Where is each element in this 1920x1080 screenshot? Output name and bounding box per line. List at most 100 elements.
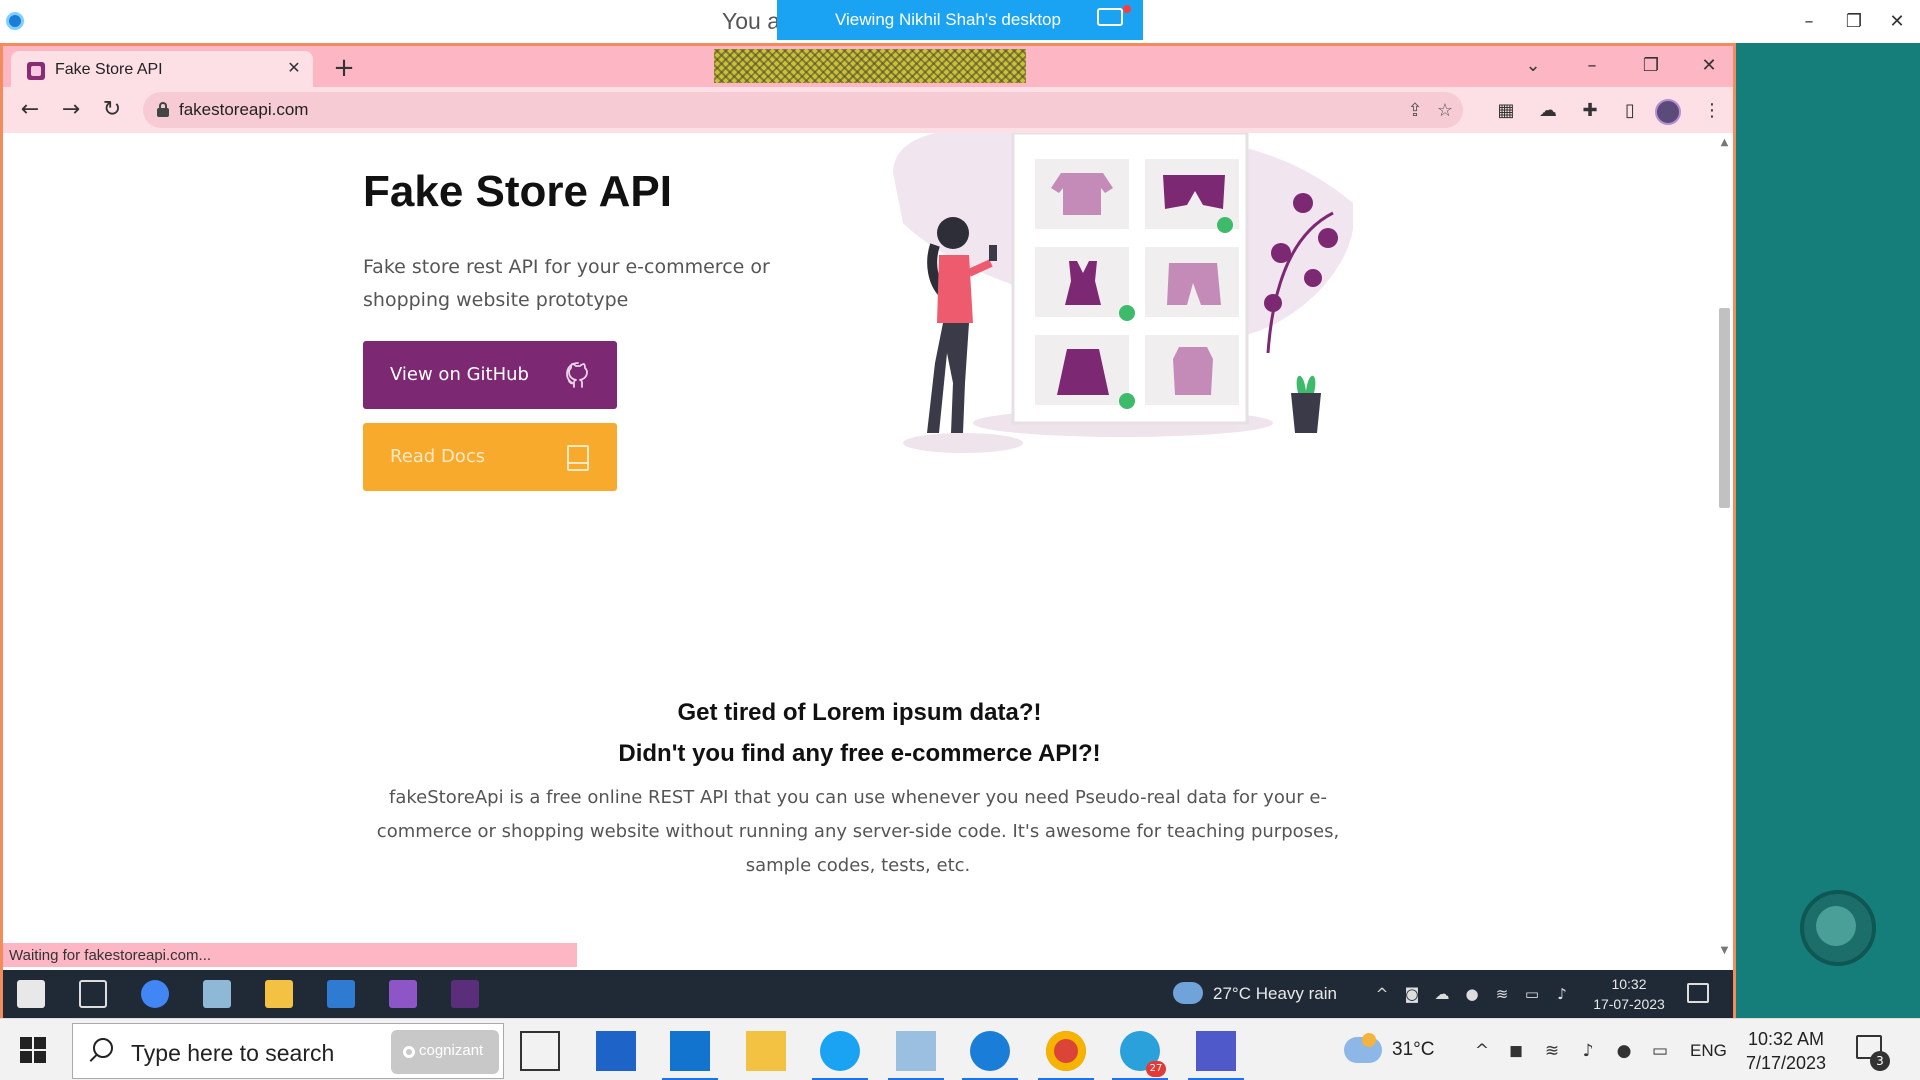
cognizant-label: cognizant [419,1042,484,1059]
viewer-app-icon [6,12,24,30]
remote-visual-studio-icon[interactable] [389,980,417,1008]
remote-volume-icon[interactable]: ♪ [1551,983,1573,1005]
search-icon [93,1038,113,1058]
docs-button-label: Read Docs [390,446,486,467]
microphone-icon[interactable]: ● [1612,1039,1636,1063]
profile-avatar-icon[interactable] [1655,99,1681,125]
viewer-banner-text: Viewing Nikhil Shah's desktop [835,10,1061,29]
task-view-icon[interactable] [520,1031,560,1071]
hero-subtitle: Fake store rest API for your e-commerce … [363,256,770,311]
browser-menu-icon[interactable]: ⋮ [1699,99,1725,123]
status-bubble: Waiting for fakestoreapi.com... [3,943,577,967]
remote-wifi-icon[interactable]: ≋ [1491,983,1513,1005]
page-viewport: Fake Store API Fake store rest API for y… [3,133,1716,963]
remote-mic-icon[interactable]: ● [1461,983,1483,1005]
hero-title: Fake Store API [363,167,672,216]
viewer-restore-button[interactable]: ❐ [1839,8,1869,36]
scroll-up-icon[interactable]: ▲ [1719,137,1730,149]
network-app-icon[interactable] [888,1031,944,1080]
shopping-illustration [893,133,1353,453]
scroll-thumb[interactable] [1719,308,1730,508]
viewer-close-button[interactable]: ✕ [1882,8,1912,36]
github-button-label: View on GitHub [390,364,529,385]
weather-icon[interactable] [1344,1033,1382,1063]
remote-weather-text[interactable]: 27°C Heavy rain [1213,984,1337,1004]
wifi-icon[interactable]: ≋ [1540,1039,1564,1063]
view-on-github-button[interactable]: View on GitHub [363,341,617,409]
read-docs-button[interactable]: Read Docs [363,423,617,491]
microsoft-store-icon[interactable] [596,1031,636,1071]
address-bar[interactable]: fakestoreapi.com ⇪ ☆ [143,92,1463,128]
remote-tray-chevron-icon[interactable]: ^ [1371,983,1393,1005]
recording-dot-icon [1123,5,1131,13]
remote-viewer-icon[interactable] [962,1031,1018,1080]
lock-icon[interactable] [157,102,169,117]
remote-battery-icon[interactable]: ▭ [1521,983,1543,1005]
screen-share-icon[interactable] [1097,8,1123,26]
remote-notification-icon[interactable] [1687,983,1709,1003]
tab-fake-store-api[interactable]: Fake Store API ✕ [11,51,313,88]
extensions-puzzle-icon[interactable]: ✚ [1577,99,1603,123]
viewer-titlebar: You a Viewing Nikhil Shah's desktop – ❐ … [0,0,1920,43]
file-explorer-icon[interactable] [746,1031,786,1071]
tray-chevron-icon[interactable]: ^ [1470,1039,1494,1063]
viewer-minimize-button[interactable]: – [1794,8,1824,36]
scroll-down-icon[interactable]: ▼ [1719,945,1730,957]
remote-terminal-icon[interactable] [451,980,479,1008]
browser-restore-button[interactable]: ❐ [1634,50,1668,82]
language-indicator[interactable]: ENG [1690,1041,1727,1061]
obscured-region [714,49,1026,83]
tab-close-icon[interactable]: ✕ [283,57,305,79]
viewer-banner[interactable]: Viewing Nikhil Shah's desktop [777,0,1143,40]
tab-title: Fake Store API [55,61,163,78]
section-heading-2: Didn't you find any free e-commerce API?… [618,740,1101,767]
volume-icon[interactable]: ♪ [1576,1039,1600,1063]
remote-chrome-icon[interactable] [141,980,169,1008]
outlook-icon[interactable] [662,1031,718,1080]
reload-button[interactable]: ↻ [96,94,128,126]
teams-tray-icon[interactable]: ◼ [1504,1039,1528,1063]
telegram-icon[interactable]: 27 [1112,1031,1168,1080]
share-icon[interactable]: ⇪ [1403,99,1427,123]
battery-icon[interactable]: ▭ [1648,1039,1672,1063]
forward-button[interactable]: → [55,94,87,126]
remote-photos-icon[interactable] [327,980,355,1008]
new-tab-button[interactable]: + [329,53,359,83]
browser-close-button[interactable]: ✕ [1692,50,1726,82]
remote-app-icon[interactable] [203,980,231,1008]
search-placeholder: Type here to search [131,1040,335,1066]
remote-onedrive-icon[interactable]: ☁ [1431,983,1453,1005]
remote-start-icon[interactable] [17,980,45,1008]
temperature[interactable]: 31°C [1392,1039,1434,1061]
section-heading-1: Get tired of Lorem ipsum data?! [677,699,1042,726]
telegram-unread-badge: 27 [1146,1061,1166,1077]
remote-file-explorer-icon[interactable] [265,980,293,1008]
teams-icon[interactable] [1188,1031,1244,1080]
section-paragraph: fakeStoreApi is a free online REST API t… [376,787,1340,876]
url-text[interactable]: fakestoreapi.com [179,100,308,120]
edge-icon[interactable] [812,1031,868,1080]
cloud-extension-icon[interactable]: ☁ [1535,99,1561,123]
back-button[interactable]: ← [14,94,46,126]
favicon-icon [27,62,45,80]
browser-minimize-button[interactable]: – [1575,50,1609,82]
extension-icon[interactable]: ▦ [1493,99,1519,123]
chrome-icon[interactable] [1038,1031,1094,1080]
remote-meet-icon[interactable]: ◙ [1401,983,1423,1005]
status-text: Waiting for fakestoreapi.com... [9,947,212,964]
side-panel-icon[interactable]: ▯ [1617,99,1643,123]
tab-search-button[interactable]: ⌄ [1516,50,1550,82]
remote-time: 10:32 [1611,976,1647,992]
book-icon [567,445,589,471]
remote-weather-icon [1173,982,1203,1004]
floating-assistant-icon[interactable] [1800,890,1876,966]
clock-date: 7/17/2023 [1745,1053,1827,1073]
remote-task-view-icon[interactable] [79,980,107,1008]
windows-start-icon[interactable] [20,1037,46,1063]
cognizant-badge[interactable]: cognizant [391,1030,499,1074]
taskbar-search-box[interactable]: Type here to search cognizant [72,1023,504,1079]
taskbar-clock[interactable]: 10:32 AM 7/17/2023 [1736,1027,1836,1075]
bookmark-star-icon[interactable]: ☆ [1433,99,1457,123]
page-scrollbar[interactable]: ▲ ▼ [1716,133,1733,963]
remote-clock[interactable]: 10:32 17-07-2023 [1591,974,1667,1014]
